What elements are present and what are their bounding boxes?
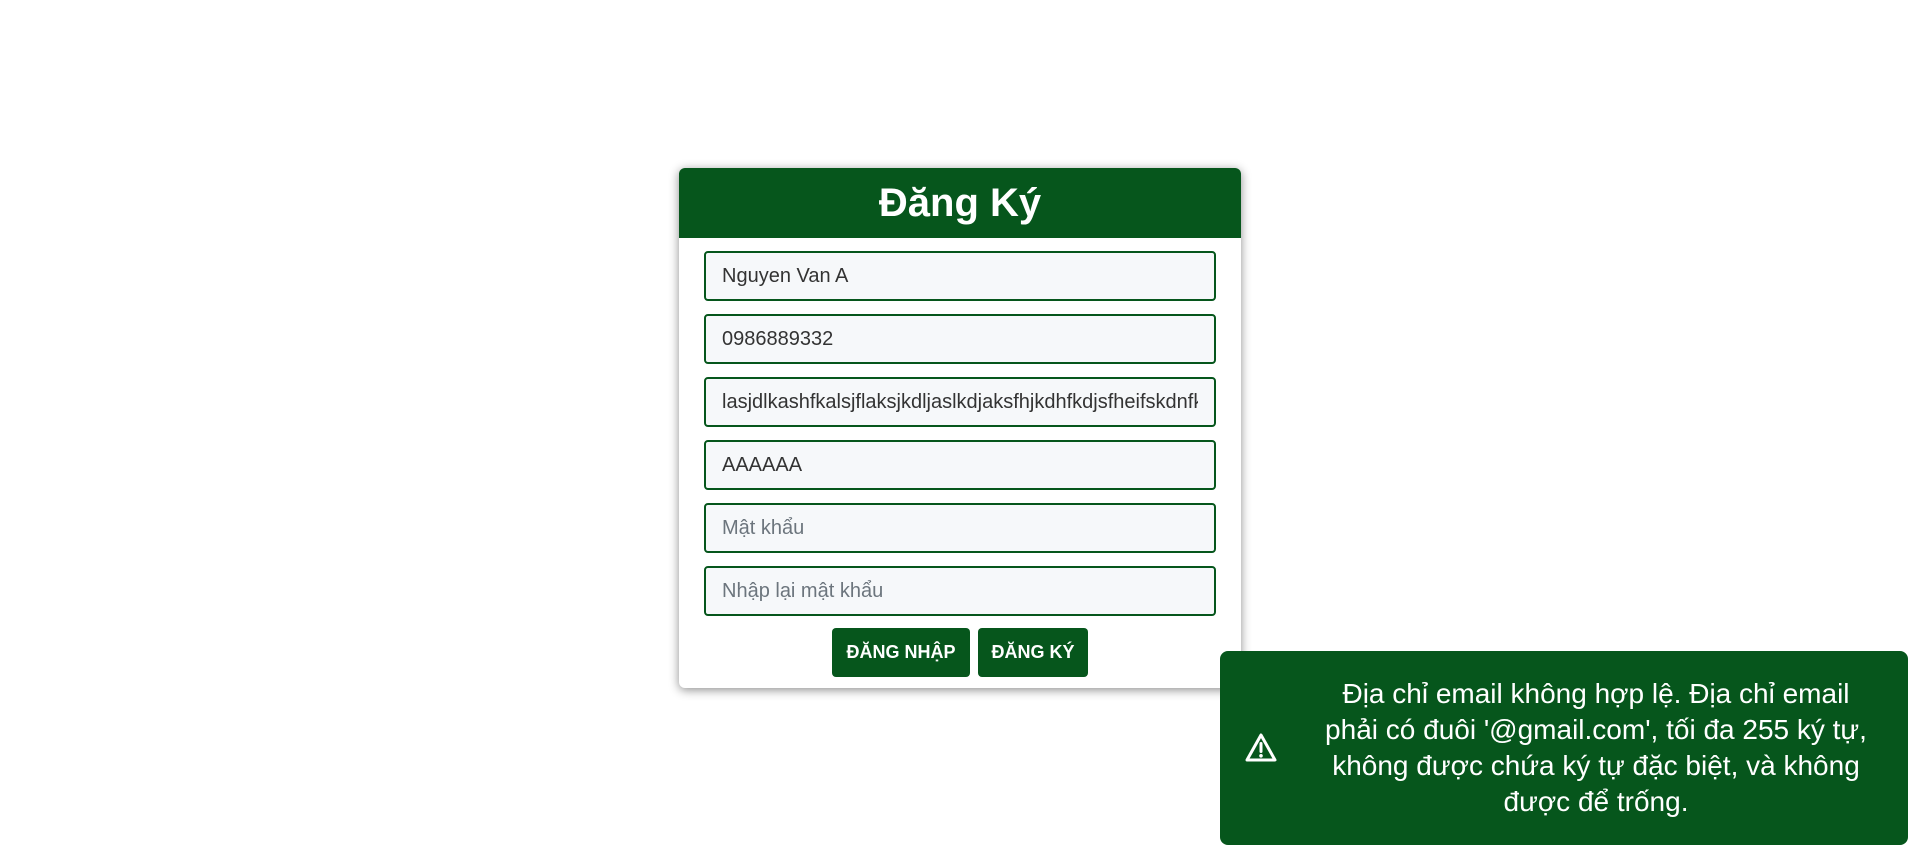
error-toast[interactable]: Địa chỉ email không hợp lệ. Địa chỉ emai… [1220, 651, 1908, 845]
confirm-password-field[interactable] [704, 566, 1216, 616]
page-title: Đăng Ký [878, 180, 1042, 225]
username-field[interactable] [704, 440, 1216, 490]
full-name-field[interactable] [704, 251, 1216, 301]
email-field[interactable] [704, 377, 1216, 427]
toast-message: Địa chỉ email không hợp lệ. Địa chỉ emai… [1325, 678, 1867, 817]
register-card-header: Đăng Ký [679, 168, 1241, 238]
register-form: ĐĂNG NHẬP ĐĂNG KÝ [679, 238, 1241, 677]
register-button[interactable]: ĐĂNG KÝ [978, 628, 1088, 677]
register-card: Đăng Ký ĐĂNG NHẬP ĐĂNG KÝ [679, 168, 1241, 688]
warning-icon [1245, 733, 1277, 762]
phone-field[interactable] [704, 314, 1216, 364]
password-field[interactable] [704, 503, 1216, 553]
form-actions: ĐĂNG NHẬP ĐĂNG KÝ [704, 628, 1216, 677]
login-button[interactable]: ĐĂNG NHẬP [832, 628, 970, 677]
